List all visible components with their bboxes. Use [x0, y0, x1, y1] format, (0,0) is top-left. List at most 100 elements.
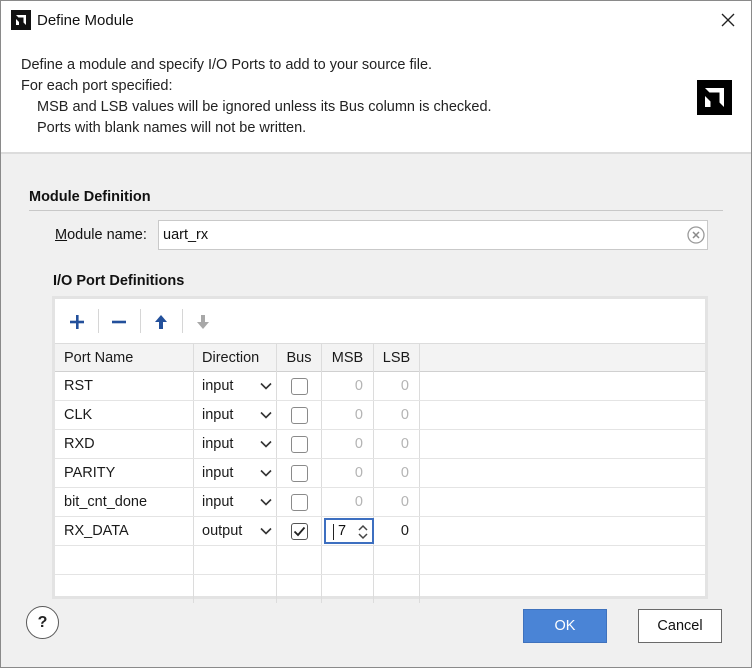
close-icon	[721, 13, 735, 27]
port-name-cell[interactable]: RXD	[55, 430, 194, 458]
column-header-direction[interactable]: Direction	[194, 344, 277, 372]
direction-dropdown[interactable]: input	[194, 401, 277, 429]
table-row[interactable]: CLK input 0 0	[55, 401, 705, 430]
empty-cell	[194, 575, 277, 603]
direction-dropdown[interactable]: input	[194, 488, 277, 516]
table-row[interactable]: RST input 0 0	[55, 372, 705, 401]
description-line: Define a module and specify I/O Ports to…	[21, 57, 433, 73]
text-caret	[333, 524, 334, 540]
column-header-bus[interactable]: Bus	[277, 344, 322, 372]
chevron-down-icon	[260, 469, 272, 477]
table-row[interactable]: RX_DATA output 7 0	[55, 517, 705, 546]
lsb-cell[interactable]: 0	[374, 517, 420, 545]
bus-cell	[277, 401, 322, 429]
direction-value: input	[202, 494, 234, 510]
lsb-cell[interactable]: 0	[374, 488, 420, 516]
port-name-cell[interactable]: bit_cnt_done	[55, 488, 194, 516]
column-header-lsb[interactable]: LSB	[374, 344, 420, 372]
msb-cell[interactable]: 0	[322, 459, 374, 487]
ok-button[interactable]: OK	[523, 609, 607, 643]
empty-cell	[277, 546, 322, 574]
module-definition-heading: Module Definition	[29, 189, 151, 205]
toolbar-separator	[98, 309, 99, 333]
description-header: Define a module and specify I/O Ports to…	[1, 39, 751, 154]
column-header-port-name[interactable]: Port Name	[55, 344, 194, 372]
direction-value: input	[202, 378, 234, 394]
direction-value: input	[202, 436, 234, 452]
chevron-down-icon	[260, 440, 272, 448]
lsb-cell[interactable]: 0	[374, 459, 420, 487]
empty-cell	[277, 575, 322, 603]
table-header-row: Port Name Direction Bus MSB LSB	[55, 343, 705, 372]
bus-checkbox[interactable]	[290, 464, 308, 482]
msb-spinner[interactable]: 7	[324, 518, 374, 544]
table-row[interactable]: RXD input 0 0	[55, 430, 705, 459]
bus-checkbox[interactable]	[290, 522, 308, 540]
port-name-cell[interactable]: RST	[55, 372, 194, 400]
checkmark-icon	[293, 526, 305, 536]
bus-cell	[277, 488, 322, 516]
mnemonic-letter: M	[55, 227, 68, 243]
msb-value: 7	[338, 523, 347, 539]
msb-cell: 7	[322, 517, 374, 545]
define-module-dialog: Define Module Define a module and specif…	[0, 0, 752, 668]
module-name-input[interactable]	[158, 220, 708, 250]
chevron-down-icon	[260, 527, 272, 535]
module-name-label: Module name:	[55, 227, 147, 243]
spinner-arrows-icon[interactable]	[357, 523, 369, 541]
msb-cell[interactable]: 0	[322, 401, 374, 429]
amd-logo-icon	[697, 80, 732, 115]
arrow-up-icon	[155, 315, 167, 329]
bus-checkbox[interactable]	[290, 406, 308, 424]
port-name-cell[interactable]: PARITY	[55, 459, 194, 487]
bus-cell	[277, 372, 322, 400]
chevron-down-icon	[260, 382, 272, 390]
clear-icon[interactable]	[687, 226, 705, 244]
chevron-down-icon	[260, 498, 272, 506]
port-name-cell[interactable]: CLK	[55, 401, 194, 429]
direction-dropdown[interactable]: input	[194, 430, 277, 458]
msb-cell[interactable]: 0	[322, 488, 374, 516]
msb-cell[interactable]: 0	[322, 430, 374, 458]
table-row[interactable]: bit_cnt_done input 0 0	[55, 488, 705, 517]
chevron-down-icon	[260, 411, 272, 419]
add-port-button[interactable]	[62, 307, 92, 337]
direction-dropdown[interactable]: output	[194, 517, 277, 545]
port-name-cell[interactable]: RX_DATA	[55, 517, 194, 545]
bus-checkbox[interactable]	[290, 377, 308, 395]
title-bar: Define Module	[1, 1, 751, 39]
empty-cell	[322, 546, 374, 574]
remove-port-button[interactable]	[104, 307, 134, 337]
move-down-button[interactable]	[188, 307, 218, 337]
empty-cell	[374, 575, 420, 603]
close-button[interactable]	[705, 1, 751, 39]
io-port-panel: Port Name Direction Bus MSB LSB RST input…	[52, 296, 708, 603]
direction-value: input	[202, 465, 234, 481]
direction-dropdown[interactable]: input	[194, 459, 277, 487]
empty-cell	[322, 575, 374, 603]
toolbar-separator	[182, 309, 183, 333]
io-port-definitions-heading: I/O Port Definitions	[53, 273, 185, 289]
lsb-cell[interactable]: 0	[374, 430, 420, 458]
description-line: Ports with blank names will not be writt…	[37, 120, 307, 136]
bus-cell	[277, 517, 322, 545]
module-name-label-text: odule name:	[67, 227, 147, 243]
msb-cell[interactable]: 0	[322, 372, 374, 400]
empty-cell	[55, 575, 194, 603]
column-header-msb[interactable]: MSB	[322, 344, 374, 372]
move-up-button[interactable]	[146, 307, 176, 337]
help-button[interactable]: ?	[26, 606, 59, 639]
direction-dropdown[interactable]: input	[194, 372, 277, 400]
port-toolbar	[55, 299, 705, 343]
cancel-button[interactable]: Cancel	[638, 609, 722, 643]
bus-checkbox[interactable]	[290, 493, 308, 511]
lsb-cell[interactable]: 0	[374, 372, 420, 400]
bus-checkbox[interactable]	[290, 435, 308, 453]
description-line: MSB and LSB values will be ignored unles…	[37, 99, 492, 115]
empty-cell	[55, 546, 194, 574]
bus-cell	[277, 430, 322, 458]
direction-value: output	[202, 523, 243, 539]
lsb-cell[interactable]: 0	[374, 401, 420, 429]
amd-logo-icon	[11, 10, 31, 30]
table-row[interactable]: PARITY input 0 0	[55, 459, 705, 488]
